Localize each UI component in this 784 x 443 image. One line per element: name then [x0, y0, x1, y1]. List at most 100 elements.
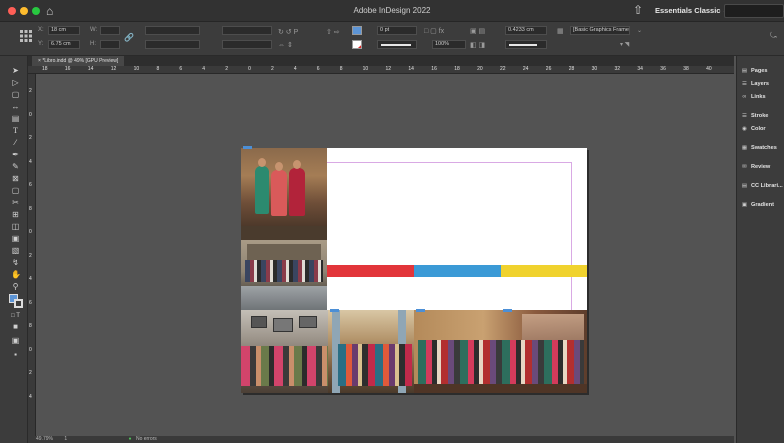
photo-frame-bottom-center[interactable] — [328, 310, 414, 393]
panel-item-review[interactable]: ✉ Review — [740, 162, 784, 172]
x-field[interactable]: 18 cm — [48, 26, 80, 35]
ruler-tick-label: 32 — [614, 66, 621, 72]
opacity-field[interactable]: 100% — [432, 40, 466, 49]
page-number[interactable]: 1 — [64, 436, 67, 442]
panel-item-color[interactable]: ◉ Color — [740, 124, 784, 134]
vertical-ruler[interactable]: 2 0 2 4 6 8 0 2 4 6 8 0 2 4 — [28, 74, 36, 443]
selection-handle[interactable] — [416, 309, 425, 312]
shear-field[interactable] — [222, 40, 272, 49]
horizontal-ruler[interactable]: 18 16 14 12 10 8 6 4 2 0 2 4 6 8 10 12 14 16 18 20 22 24 26 28 3… — [28, 66, 734, 74]
status-bar: 49.79% 1 ● No errors — [28, 436, 734, 443]
fill-swatch[interactable] — [352, 26, 362, 35]
width-field[interactable] — [100, 26, 120, 35]
document-tab-label: *Libro.indd @ 49% [GPU Preview] — [42, 58, 119, 64]
photo-frame-middle-left[interactable] — [241, 240, 327, 310]
object-style-arrow-icon[interactable]: ⌄ — [637, 27, 642, 34]
color-icon: ◉ — [742, 126, 747, 132]
gap-icon[interactable]: ↔ — [11, 102, 20, 111]
color-bar-blue[interactable] — [414, 265, 501, 277]
panel-item-gradient[interactable]: ▣ Gradient — [740, 200, 784, 210]
frame-icon[interactable]: ▦ — [557, 27, 564, 35]
control-panel: X: 18 cm Y: 6.75 cm W: H: 🔗 ↻ ↺ P ⇔ ⇕ ⇧ … — [0, 22, 784, 56]
height-field[interactable] — [100, 40, 120, 49]
direct-selection-icon[interactable]: ▷ — [11, 78, 20, 87]
preflight-status[interactable]: No errors — [136, 436, 157, 442]
selection-handle[interactable] — [330, 309, 339, 312]
reference-point-icon[interactable] — [20, 30, 32, 42]
lightning-icon[interactable]: ⤿ — [770, 31, 777, 41]
ruler-tick-label: 18 — [42, 66, 48, 72]
panel-item-layers[interactable]: ☰ Layers — [740, 79, 784, 89]
note-icon[interactable]: ▧ — [11, 246, 20, 255]
photo-frame-bottom-right[interactable] — [414, 310, 587, 393]
workspace-switcher[interactable]: Essentials Classic ⌄ — [655, 6, 729, 15]
rotate-icon[interactable]: ↻ ↺ P — [278, 28, 298, 36]
panel-item-links[interactable]: ∞ Links — [740, 92, 784, 102]
eyedropper-icon[interactable]: ↯ — [11, 258, 20, 267]
text-wrap-icon[interactable]: ▣ ▤ — [470, 27, 485, 35]
free-transform-icon[interactable]: ⊞ — [11, 210, 20, 219]
zoom-level[interactable]: 49.79% — [36, 436, 53, 442]
stroke-style-dropdown[interactable] — [505, 40, 547, 49]
scale-x-field[interactable] — [145, 26, 200, 35]
stroke-icon: ☰ — [741, 113, 747, 119]
page-icon[interactable]: ▢ — [11, 90, 20, 99]
search-field[interactable] — [724, 4, 784, 18]
corner-options-icon[interactable]: □ ▢ fx — [424, 27, 444, 35]
ruler-tick-label: 8 — [156, 66, 160, 72]
ruler-tick-label: 4 — [29, 158, 32, 165]
rectangle-icon[interactable]: ▢ — [11, 186, 20, 195]
ruler-tick-label: 4 — [29, 393, 32, 400]
type-icon[interactable]: T — [11, 126, 20, 135]
gradient-feather-icon[interactable]: ▣ — [11, 234, 20, 243]
zoom-icon[interactable]: ⚲ — [11, 282, 20, 291]
selection-icon[interactable]: ➤ — [11, 66, 20, 75]
formatting-affects-icon[interactable]: □ T — [11, 312, 20, 321]
photo-frame-bottom-left[interactable] — [241, 310, 328, 393]
photo-frame-top-left[interactable] — [241, 148, 327, 240]
panel-item-swatches[interactable]: ▦ Swatches — [740, 143, 784, 153]
ruler-tick-label: 2 — [29, 252, 32, 259]
gradient-icon[interactable]: ◫ — [11, 222, 20, 231]
ruler-tick-label: 18 — [454, 66, 460, 72]
color-bar-red[interactable] — [327, 265, 414, 277]
panel-item-pages[interactable]: ▤ Pages — [740, 66, 784, 76]
y-field[interactable]: 6.75 cm — [48, 40, 80, 49]
selection-handle[interactable] — [503, 309, 512, 312]
pencil-icon[interactable]: ✎ — [11, 162, 20, 171]
x-label: X: — [38, 27, 44, 33]
select-container-icon[interactable]: ⇧ ⇨ — [326, 28, 340, 36]
object-style-dropdown[interactable]: [Basic Graphics Frame]+ — [570, 26, 630, 35]
fill-stroke-icon[interactable] — [9, 294, 23, 308]
panel-item-stroke[interactable]: ☰ Stroke — [740, 111, 784, 121]
panel-item-cc-libraries[interactable]: ▤ CC Librari... — [740, 181, 784, 191]
share-icon[interactable]: ⇧ — [633, 3, 643, 17]
scissors-icon[interactable]: ✂ — [11, 198, 20, 207]
stroke-swatch[interactable] — [352, 40, 362, 49]
apply-color-icon[interactable]: ■ — [11, 322, 20, 331]
constrain-proportions-icon[interactable]: 🔗 — [124, 33, 134, 42]
fitting-icon[interactable]: ◧ ◨ — [470, 41, 485, 49]
offset-field[interactable]: 0.4233 cm — [505, 26, 547, 35]
document-tab[interactable]: × *Libro.indd @ 49% [GPU Preview] — [32, 56, 125, 66]
line-icon[interactable]: ∕ — [11, 138, 20, 147]
stroke-weight-field[interactable]: 0 pt — [377, 26, 417, 35]
toolbox: ➤ ▷ ▢ ↔ ▤ T ∕ ✒ ✎ ⊠ ▢ ✂ ⊞ ◫ ▣ ▧ ↯ ✋ ⚲ □ … — [0, 56, 28, 443]
ruler-tick-label: 2 — [225, 66, 228, 72]
rectangle-frame-icon[interactable]: ⊠ — [11, 174, 20, 183]
stroke-type-dropdown[interactable] — [377, 40, 417, 49]
pen-icon[interactable]: ✒ — [11, 150, 20, 159]
color-bar-yellow[interactable] — [501, 265, 587, 277]
selection-handle[interactable] — [243, 146, 252, 149]
content-collector-icon[interactable]: ▤ — [11, 114, 20, 123]
ruler-tick-label: 28 — [568, 66, 575, 72]
preview-mode-icon[interactable]: ▪ — [11, 350, 20, 359]
hand-icon[interactable]: ✋ — [11, 270, 21, 279]
rotation-field[interactable] — [222, 26, 272, 35]
screen-mode-icon[interactable]: ▣ — [11, 336, 20, 345]
gradient-panel-icon: ▣ — [741, 202, 748, 208]
flip-icon[interactable]: ⇔ ⇕ — [278, 41, 293, 49]
scale-y-field[interactable] — [145, 40, 200, 49]
auto-fit-icon[interactable]: ▾ ◥ — [620, 41, 629, 48]
close-tab-icon[interactable]: × — [38, 58, 41, 64]
